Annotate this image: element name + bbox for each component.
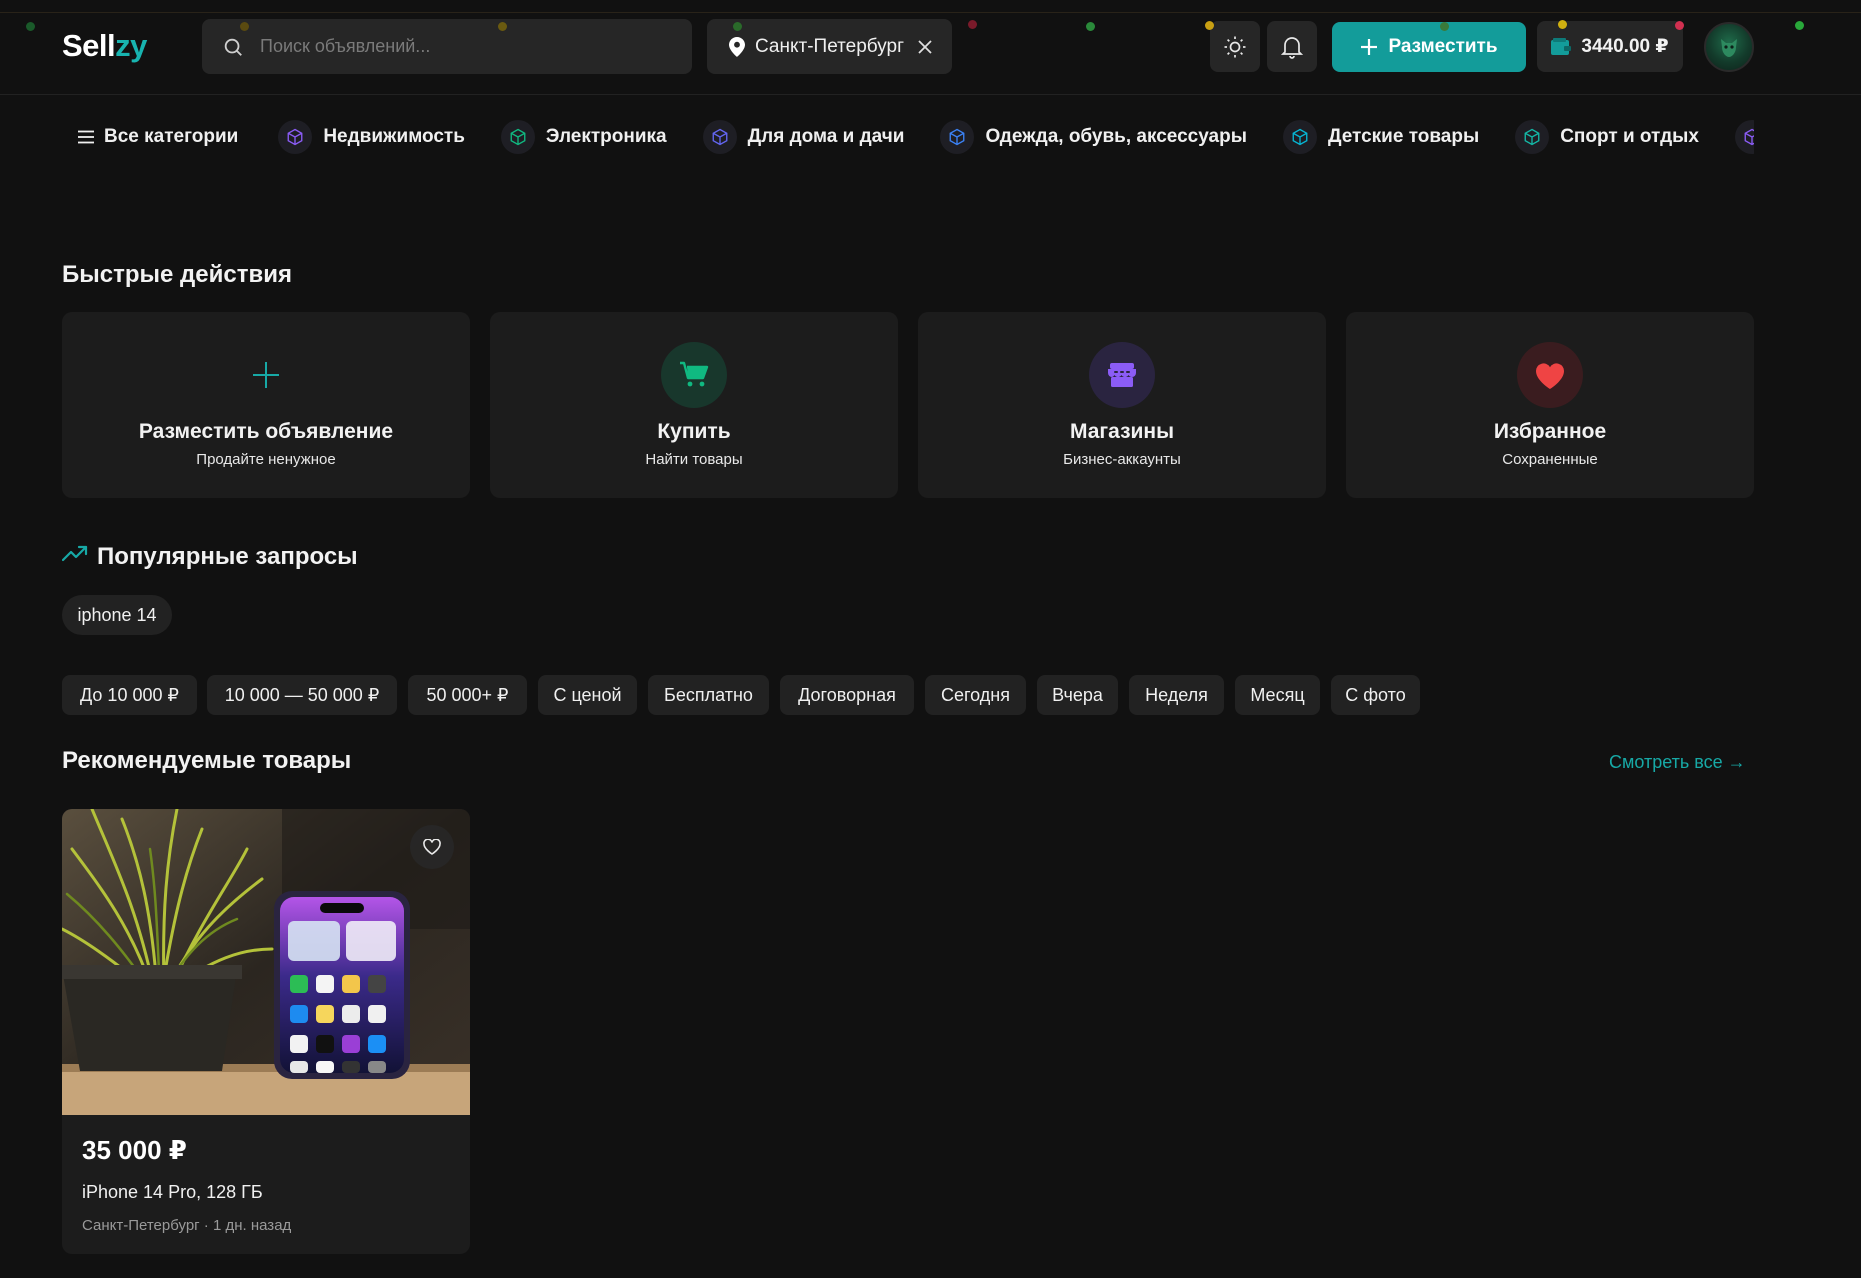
product-price: 35 000 ₽: [82, 1135, 187, 1165]
quick-action-subtitle: Сохраненные: [1502, 451, 1598, 468]
category-electronics[interactable]: Электроника: [500, 113, 667, 161]
quick-action-subtitle: Продайте ненужное: [196, 451, 336, 468]
theme-toggle-button[interactable]: [1210, 21, 1260, 72]
category-sport[interactable]: Спорт и отдых: [1515, 113, 1699, 161]
heart-outline-icon: [423, 839, 441, 855]
quick-action-favorites[interactable]: Избранное Сохраненные: [1346, 312, 1754, 498]
post-ad-label: Разместить: [1388, 36, 1498, 57]
filter-price-10000-50000[interactable]: 10 000 — 50 000 ₽: [207, 675, 397, 715]
search-input[interactable]: [260, 19, 670, 74]
category-label: Одежда, обувь, аксессуары: [985, 126, 1247, 147]
quick-action-subtitle: Бизнес-аккаунты: [1063, 451, 1181, 468]
category-label: Спорт и отдых: [1560, 126, 1699, 147]
product-location-date: Санкт-Петербург · 1 дн. назад: [82, 1217, 292, 1234]
logo[interactable]: Sellzy: [62, 28, 147, 64]
quick-action-title: Магазины: [1069, 420, 1175, 443]
favorite-button[interactable]: [410, 825, 454, 869]
cube-icon: [940, 120, 975, 154]
cube-icon: [1282, 120, 1317, 154]
quick-actions-title: Быстрые действия: [62, 261, 292, 288]
category-label: Для дома и дачи: [747, 126, 905, 147]
post-ad-button[interactable]: Разместить: [1332, 22, 1526, 72]
popular-queries-title: Популярные запросы: [97, 543, 358, 570]
category-all[interactable]: Все категории: [78, 113, 238, 161]
avatar-image-icon: [1715, 33, 1743, 61]
store-icon: [1089, 342, 1155, 408]
quick-action-title: Разместить объявление: [138, 420, 394, 443]
filter-today[interactable]: Сегодня: [925, 675, 1026, 715]
filter-with-price[interactable]: С ценой: [538, 675, 637, 715]
quick-action-title: Избранное: [1493, 420, 1607, 443]
cube-icon: [702, 120, 737, 154]
cube-icon: [278, 120, 313, 154]
user-avatar[interactable]: [1704, 22, 1754, 72]
quick-action-post[interactable]: Разместить объявление Продайте ненужное: [62, 312, 470, 498]
filter-week[interactable]: Неделя: [1129, 675, 1224, 715]
popular-query-chip[interactable]: iphone 14: [62, 595, 172, 635]
category-more[interactable]: Ж: [1734, 113, 1754, 161]
trending-icon: [62, 544, 88, 562]
notifications-button[interactable]: [1267, 21, 1317, 72]
filter-price-50000-plus[interactable]: 50 000+ ₽: [408, 675, 527, 715]
category-kids[interactable]: Детские товары: [1282, 113, 1480, 161]
category-label: Недвижимость: [323, 126, 465, 147]
logo-part-sell: Sell: [62, 28, 116, 63]
location-pin-icon: [729, 36, 745, 57]
filter-price-under-10000[interactable]: До 10 000 ₽: [62, 675, 197, 715]
cube-icon: [1734, 120, 1754, 154]
wallet-icon: [1551, 37, 1581, 56]
plus-icon: [233, 342, 299, 408]
quick-action-subtitle: Найти товары: [645, 451, 743, 468]
see-all-link[interactable]: Смотреть все →: [1609, 752, 1746, 773]
search-box[interactable]: [202, 19, 692, 74]
top-header: Sellzy Санкт-Петербург Разместить: [0, 0, 1861, 95]
quick-action-stores[interactable]: Магазины Бизнес-аккаунты: [918, 312, 1326, 498]
cart-icon: [661, 342, 727, 408]
heart-icon: [1517, 342, 1583, 408]
sun-icon: [1223, 35, 1247, 59]
category-label: Детские товары: [1327, 126, 1480, 147]
bell-icon: [1281, 35, 1303, 59]
category-nav: Все категории Недвижимость Электроника Д…: [62, 113, 1754, 161]
menu-icon: [78, 130, 104, 144]
recommended-title: Рекомендуемые товары: [62, 747, 352, 774]
product-card[interactable]: 35 000 ₽ iPhone 14 Pro, 128 ГБ Санкт-Пет…: [62, 809, 470, 1254]
search-icon: [222, 36, 244, 58]
wallet-button[interactable]: 3440.00 ₽: [1537, 21, 1683, 72]
filter-month[interactable]: Месяц: [1235, 675, 1320, 715]
filter-with-photo[interactable]: С фото: [1331, 675, 1420, 715]
product-photo: [62, 809, 470, 1115]
category-clothing[interactable]: Одежда, обувь, аксессуары: [940, 113, 1247, 161]
city-name: Санкт-Петербург: [755, 35, 905, 57]
logo-part-zy: zy: [115, 28, 147, 63]
quick-action-buy[interactable]: Купить Найти товары: [490, 312, 898, 498]
category-real-estate[interactable]: Недвижимость: [278, 113, 465, 161]
product-title: iPhone 14 Pro, 128 ГБ: [82, 1182, 263, 1202]
category-label: Электроника: [545, 126, 667, 147]
cube-icon: [500, 120, 535, 154]
plus-icon: [1360, 38, 1388, 56]
clear-city-icon[interactable]: [918, 39, 932, 54]
balance-amount: 3440.00 ₽: [1581, 36, 1669, 57]
city-selector[interactable]: Санкт-Петербург: [707, 19, 952, 74]
filter-free[interactable]: Бесплатно: [648, 675, 769, 715]
filter-negotiable[interactable]: Договорная: [780, 675, 914, 715]
category-home-garden[interactable]: Для дома и дачи: [702, 113, 905, 161]
category-label: Все категории: [104, 126, 239, 147]
filter-yesterday[interactable]: Вчера: [1037, 675, 1118, 715]
cube-icon: [1515, 120, 1550, 154]
quick-action-title: Купить: [657, 420, 731, 443]
